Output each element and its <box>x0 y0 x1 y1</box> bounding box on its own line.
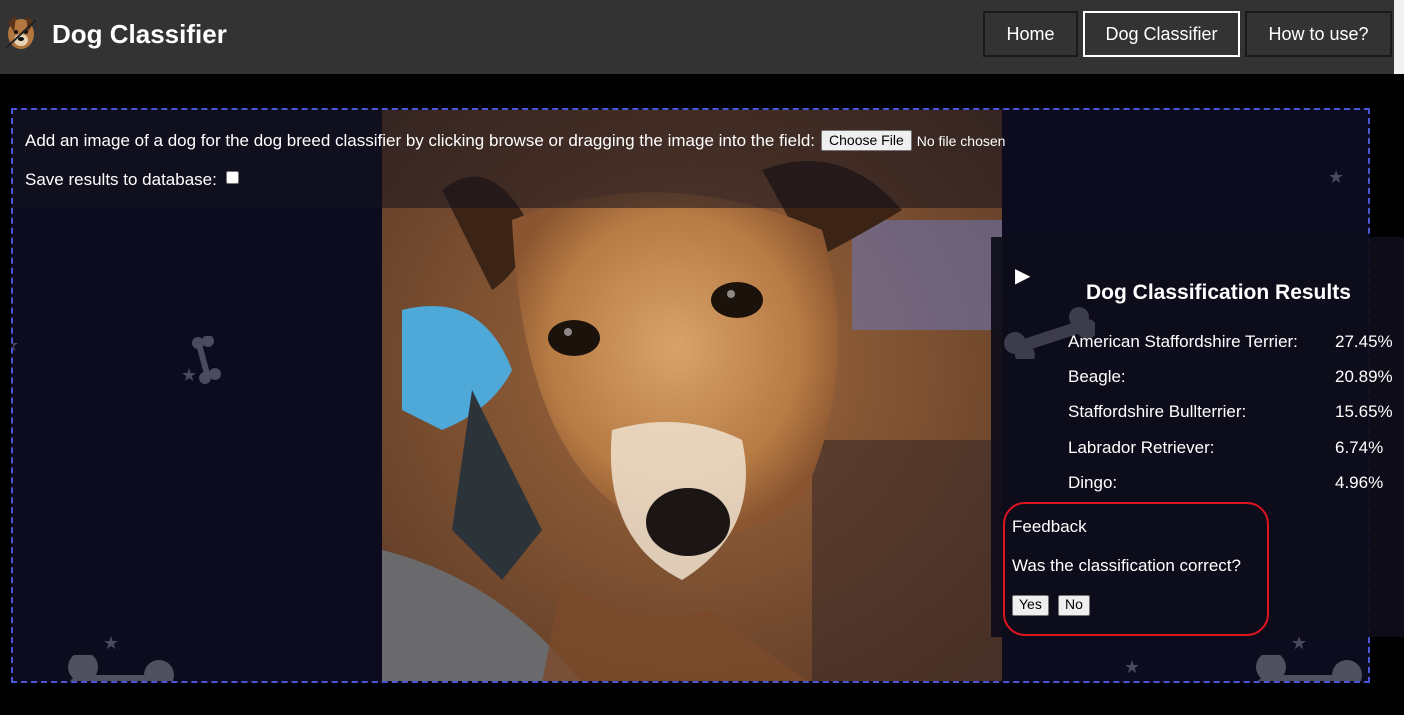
result-row: Staffordshire Bullterrier: 15.65% <box>1068 402 1398 422</box>
star-icon: ★ <box>1124 657 1141 677</box>
breed-name: Dingo: <box>1068 473 1118 492</box>
breed-name: Staffordshire Bullterrier: <box>1068 402 1247 421</box>
star-icon: ★ <box>1328 167 1345 187</box>
file-status: No file chosen <box>916 132 1006 149</box>
header-bar: Dog Classifier Home Dog Classifier How t… <box>0 0 1394 74</box>
feedback-title: Feedback <box>1012 517 1087 536</box>
star-icon: ★ <box>103 633 120 653</box>
bone-icon <box>1256 655 1362 681</box>
upload-prompt: Add an image of a dog for the dog breed … <box>25 130 816 150</box>
star-icon: ★ <box>13 336 19 354</box>
breed-percentage: 20.89% <box>1335 367 1393 386</box>
save-row: Save results to database: <box>25 170 239 190</box>
breed-name: American Staffordshire Terrier: <box>1068 332 1298 351</box>
nav-home[interactable]: Home <box>983 11 1078 57</box>
play-icon[interactable]: ▶ <box>1015 263 1030 288</box>
choose-file-button[interactable]: Choose File <box>821 130 912 151</box>
site-title: Dog Classifier <box>52 19 227 49</box>
feedback-no-button[interactable]: No <box>1058 595 1090 616</box>
nav-how-to-use[interactable]: How to use? <box>1245 11 1392 57</box>
breed-percentage: 4.96% <box>1335 473 1384 492</box>
result-row: Dingo: 4.96% <box>1068 473 1398 493</box>
save-label: Save results to database: <box>25 170 217 189</box>
bone-icon <box>68 655 174 681</box>
upload-row: Add an image of a dog for the dog breed … <box>25 130 1005 151</box>
results-title: Dog Classification Results <box>1086 281 1351 304</box>
result-row: Labrador Retriever: 6.74% <box>1068 438 1398 458</box>
breed-percentage: 15.65% <box>1335 402 1393 421</box>
dog-logo-icon[interactable] <box>2 12 40 54</box>
bone-icon <box>192 336 221 384</box>
breed-name: Labrador Retriever: <box>1068 438 1215 457</box>
nav-dog-classifier[interactable]: Dog Classifier <box>1083 11 1240 57</box>
page-scrollbar[interactable] <box>1394 0 1404 74</box>
result-row: Beagle: 20.89% <box>1068 367 1398 387</box>
save-to-database-checkbox[interactable] <box>225 170 239 184</box>
result-row: American Staffordshire Terrier: 27.45% <box>1068 332 1398 352</box>
feedback-yes-button[interactable]: Yes <box>1012 595 1049 616</box>
breed-name: Beagle: <box>1068 367 1126 386</box>
breed-percentage: 6.74% <box>1335 438 1384 457</box>
upload-controls-strip <box>13 110 1002 208</box>
breed-percentage: 27.45% <box>1335 332 1393 351</box>
feedback-question: Was the classification correct? <box>1012 556 1241 575</box>
